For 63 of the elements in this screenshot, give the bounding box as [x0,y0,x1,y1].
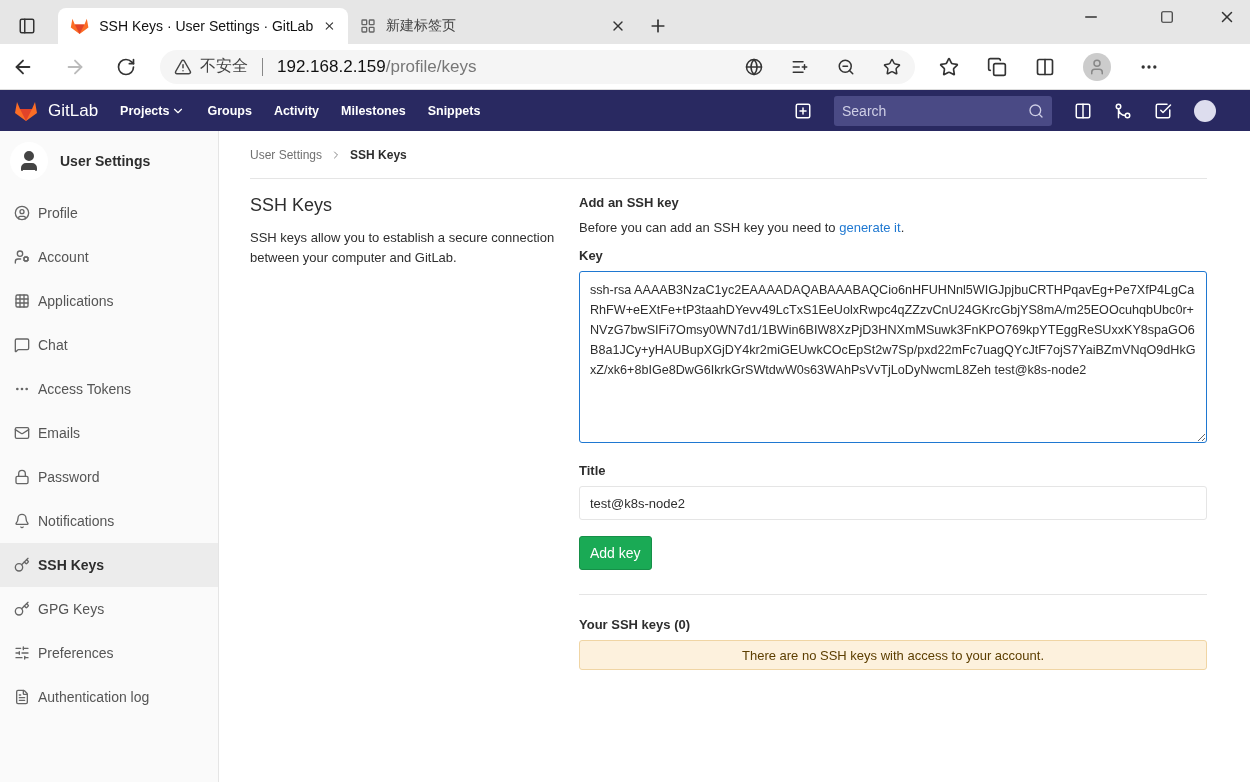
lock-icon [14,469,30,485]
generate-link[interactable]: generate it [839,220,901,235]
nav-link[interactable]: Activity [273,103,320,118]
mail-icon [14,425,30,441]
breadcrumb-link[interactable]: User Settings [250,147,323,162]
section-title: SSH Keys [250,195,334,216]
profile-icon [14,205,30,221]
search-icon [1028,102,1044,119]
key-label: Key [579,248,604,263]
key-icon [14,601,30,617]
form-heading: Add an SSH key [579,195,680,210]
sliders-icon [14,645,30,661]
sidebar-item[interactable]: Chat [0,323,218,367]
section-description: SSH keys allow you to establish a secure connection between your computer and GitLab. [250,229,556,267]
user-gear-icon [14,249,30,265]
nav-link[interactable]: Groups [207,103,252,118]
sidebar-item[interactable]: Notifications [0,499,218,543]
document-icon [14,689,30,705]
panel-icon[interactable] [1074,101,1092,120]
sidebar-item[interactable]: Password [0,455,218,499]
title-label: Title [579,463,607,478]
sidebar-item[interactable]: Preferences [0,631,218,675]
favorites-icon[interactable] [939,56,959,77]
search-field[interactable]: Search [834,95,1052,126]
browser-tab[interactable]: 新建标签页 [348,8,638,44]
keys-heading: Your SSH keys (0) [579,617,692,632]
address-bar[interactable]: 不安全 192.168.2.159/profile/keys [160,49,915,84]
browser-tab[interactable]: SSH Keys · User Settings · GitLab [58,8,348,44]
new-icon[interactable] [794,101,812,120]
sidebar-item[interactable]: Access Tokens [0,367,218,411]
sidebar-item[interactable]: Emails [0,411,218,455]
nav-link[interactable]: Projects [120,103,186,118]
nav-link[interactable]: Snippets [427,103,481,118]
star-icon[interactable] [883,57,901,76]
chat-icon [14,337,30,353]
brand-name[interactable]: GitLab [48,100,99,121]
sidebar-item[interactable]: Applications [0,279,218,323]
title-field[interactable]: test@k8s-node2 [579,486,1207,520]
empty-message: There are no SSH keys with access to your account. [579,640,1207,670]
warning-icon [174,57,192,76]
user-avatar[interactable] [1194,99,1216,122]
reload-icon[interactable] [116,56,136,77]
grid-icon [14,293,30,309]
key-icon [14,557,30,573]
sidebar-item[interactable]: Profile [0,191,218,235]
breadcrumb-link[interactable]: SSH Keys [350,147,407,162]
sidebar-item[interactable]: Authentication log [0,675,218,719]
merge-request-icon[interactable] [1114,101,1132,120]
sidebar-item[interactable]: SSH Keys [0,543,218,587]
zoom-icon[interactable] [837,57,855,76]
intro-text: Before you can add an SSH key you need to generate it. [579,219,906,237]
nav-link[interactable]: Milestones [341,103,406,118]
maximize-icon[interactable] [1160,10,1174,24]
sidebar-icon[interactable] [18,17,36,35]
todo-icon[interactable] [1154,101,1172,120]
sidebar-item[interactable]: GPG Keys [0,587,218,631]
page-icon [360,18,376,34]
bell-icon [14,513,30,529]
sidebar-item[interactable]: Account [0,235,218,279]
collections-icon[interactable] [987,56,1007,77]
key-field[interactable]: ssh-rsa AAAAB3NzaC1yc2EAAAADAQABAAABAQCio6nHFUHNnl5WIGJpjbuCRTHPqavEg+Pe7XfP4LgCaRhFW+eEXtFe+tP3taahDYevv49LcTxS1EeUolxRwpc4qZZzvCnU24GKrcGbjYS8mA/m25EOOcuhqbUbc0r+NVzG7bwSIFi7Omsy0WN7d1/1BWin6BIW8XzPjD3HNXmMSuwk3FnKPO769kpYTEggReSUxxKY8spaGO6B8a1JCy+yHAUBupXGjDY4kr2miGEUwkCOcEpSt2w7Sp/pxd22mFc7uagQYcJtF7ojS7YaiBZmVNqO9dHkGxZ/xk6+8bIGe8DwG6IkrkGrSWtdwW0s63WAhPsVvTjLoDyNwcmL8Zeh test@k8s-node2 [579,271,1207,443]
profile-avatar[interactable] [1083,52,1111,81]
sidebar-title: User Settings [60,153,151,169]
